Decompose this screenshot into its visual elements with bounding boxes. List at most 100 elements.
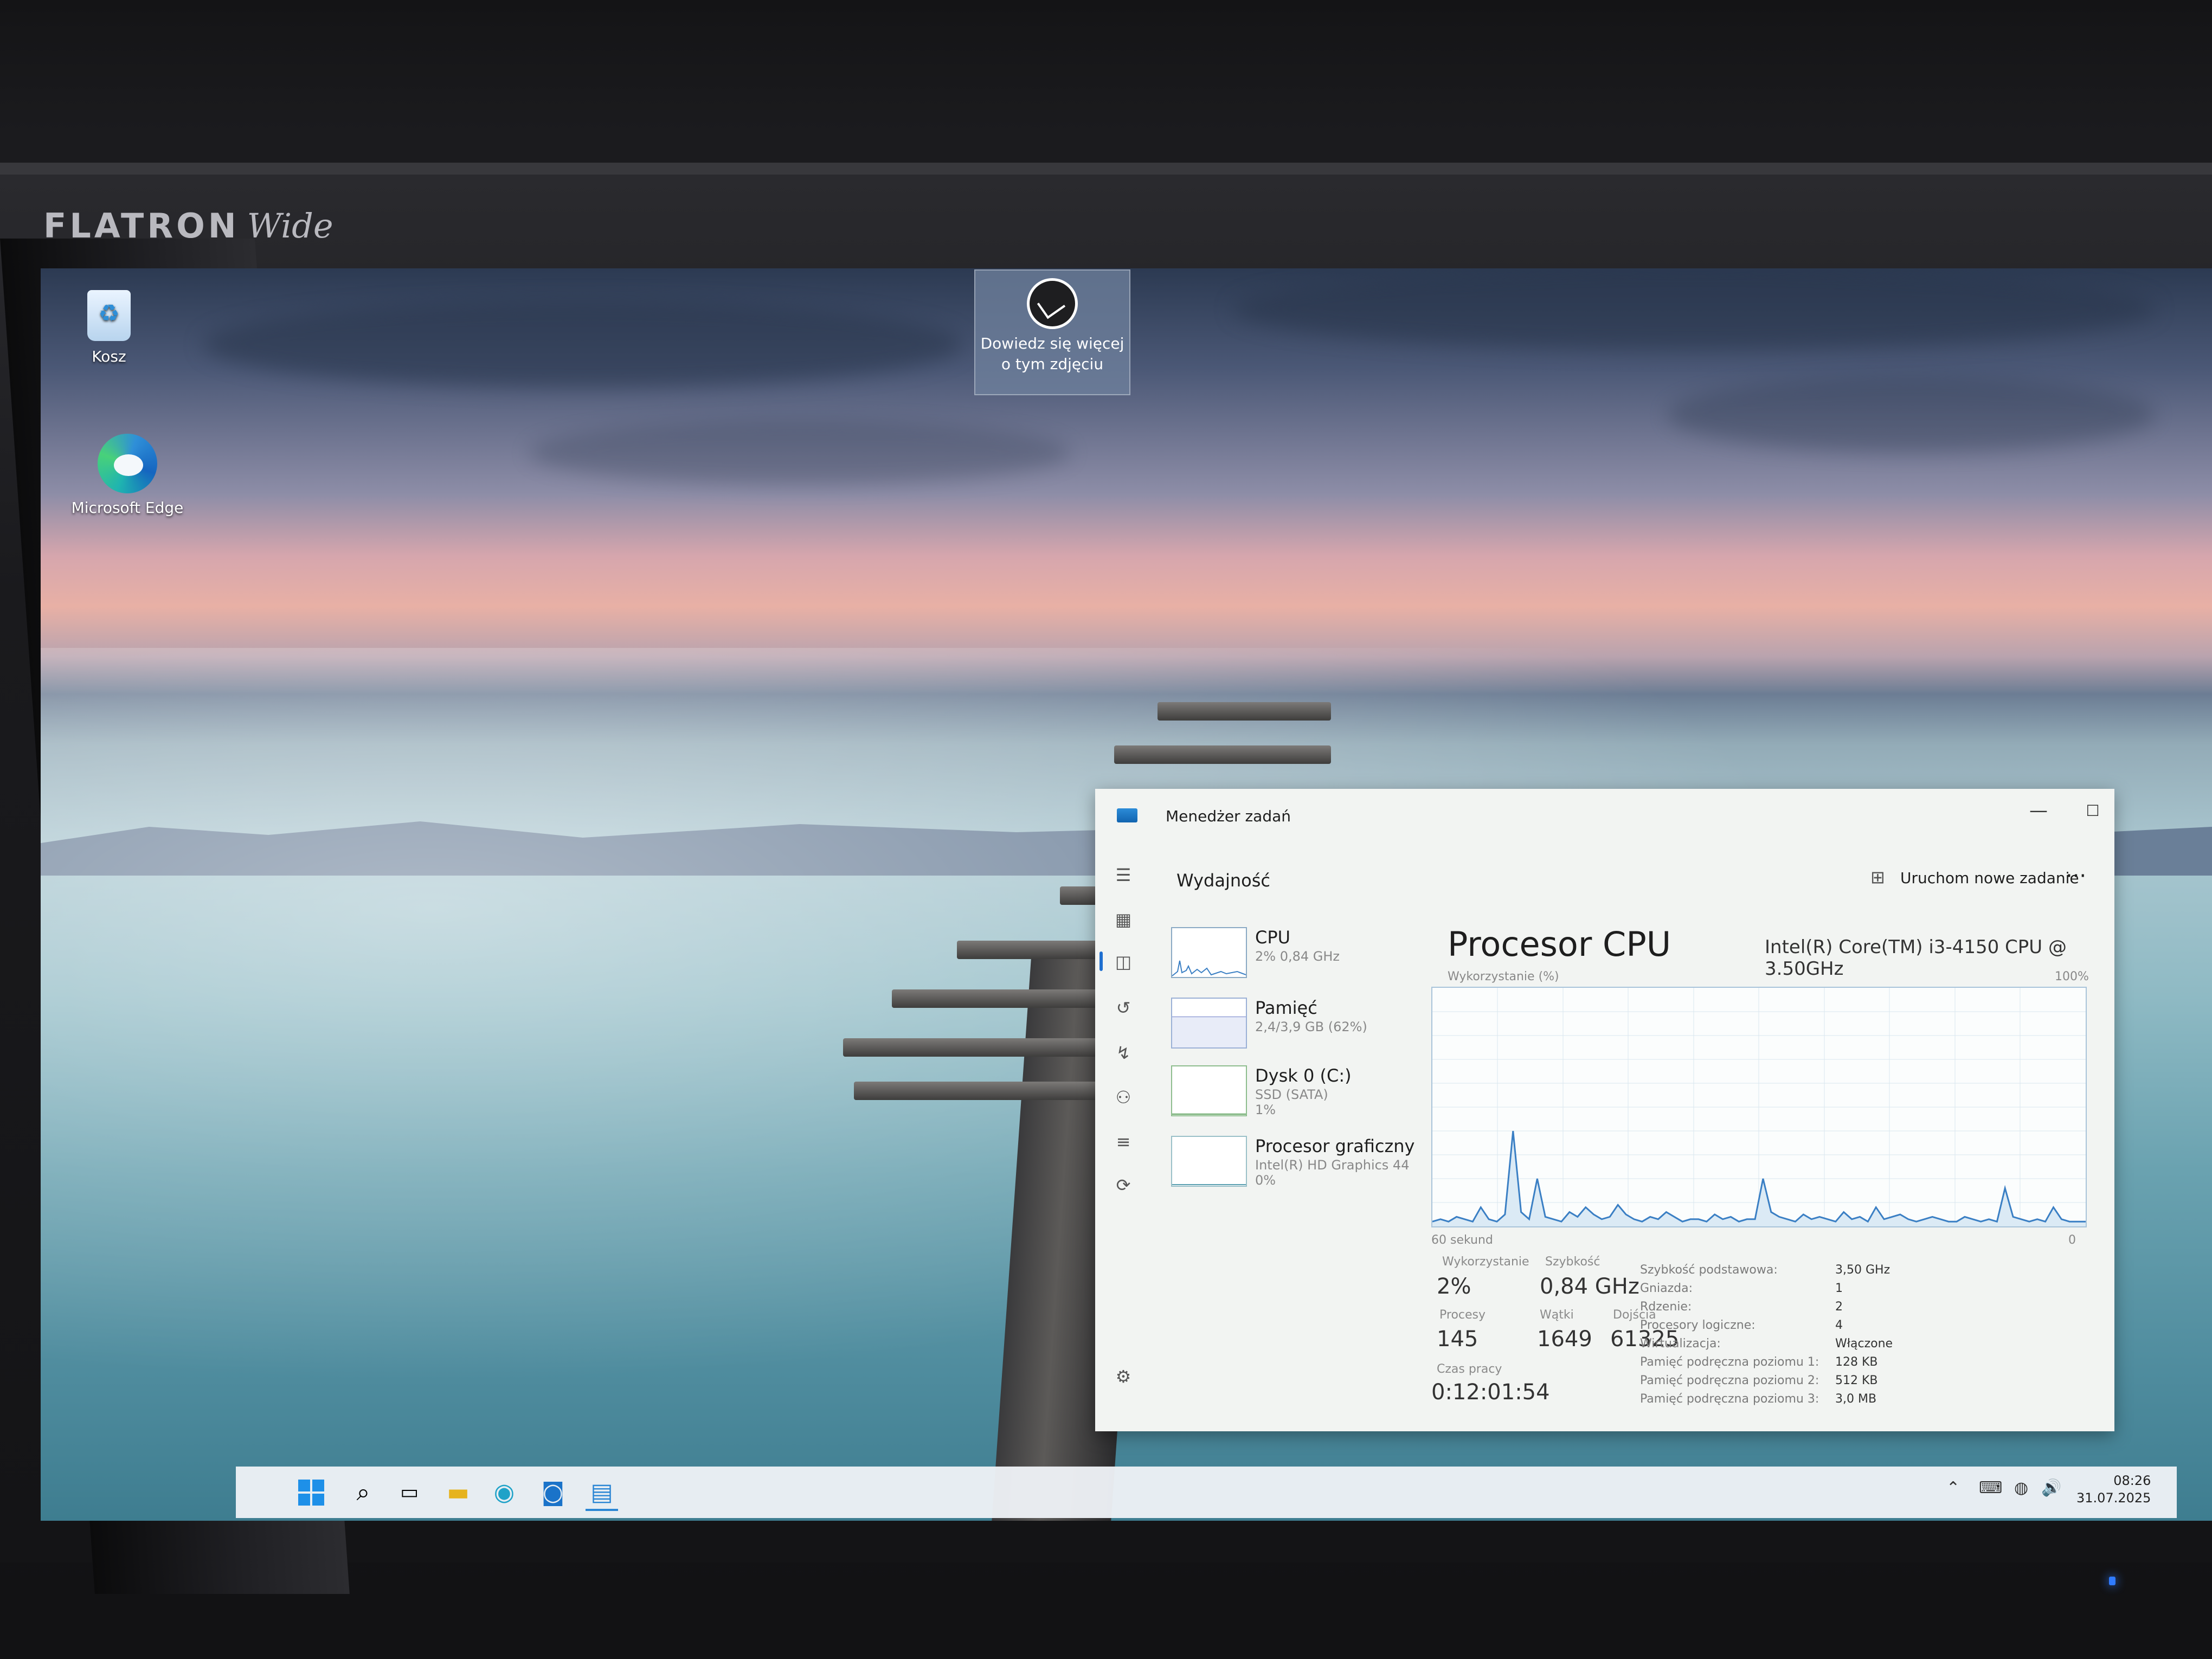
- chevron-up-icon[interactable]: ⌃: [1946, 1478, 1960, 1497]
- sidebar-item-label: Procesor graficzny: [1255, 1136, 1415, 1156]
- network-icon[interactable]: ◍: [2014, 1478, 2028, 1497]
- keyboard-icon[interactable]: ⌨: [1979, 1478, 2002, 1497]
- taskbar-clock[interactable]: 08:26 31.07.2025: [2076, 1472, 2151, 1507]
- pier-plank: [957, 941, 1103, 959]
- details-icon[interactable]: ≡: [1113, 1131, 1134, 1152]
- search-icon[interactable]: ⌕: [347, 1476, 380, 1509]
- memory-thumbnail-graph: [1171, 998, 1247, 1049]
- cloud: [529, 420, 1071, 485]
- spec-key: Procesory logiczne:: [1640, 1319, 1756, 1332]
- spec-key: Pamięć podręczna poziomu 1:: [1640, 1355, 1819, 1369]
- task-view-icon[interactable]: ▭: [393, 1476, 426, 1509]
- pier-plank: [843, 1038, 1103, 1057]
- desktop-screen: Kosz Microsoft Edge Dowiedz się więcej o…: [41, 268, 2212, 1521]
- threads-label: Wątki: [1540, 1308, 1574, 1322]
- pier-plank: [1158, 702, 1331, 721]
- spotlight-camera-icon: [1027, 278, 1078, 329]
- sidebar-item-disk[interactable]: Dysk 0 (C:) SSD (SATA) 1%: [1171, 1065, 1410, 1125]
- cpu-usage-graph: [1431, 987, 2087, 1227]
- sidebar-item-sub2: 1%: [1255, 1102, 1276, 1117]
- power-led: [2109, 1577, 2115, 1585]
- sidebar-item-label: CPU: [1255, 927, 1291, 948]
- cloud: [1667, 377, 2155, 453]
- clock-date: 31.07.2025: [2076, 1490, 2151, 1506]
- sidebar-item-gpu[interactable]: Procesor graficzny Intel(R) HD Graphics …: [1171, 1136, 1414, 1195]
- threads-value: 1649: [1537, 1327, 1592, 1352]
- graph-y-label: Wykorzystanie (%): [1448, 970, 1559, 983]
- sidebar-item-memory[interactable]: Pamięć 2,4/3,9 GB (62%): [1171, 998, 1410, 1057]
- detail-title: Procesor CPU: [1448, 924, 1671, 964]
- speed-value: 0,84 GHz: [1540, 1274, 1639, 1299]
- processes-icon[interactable]: ▦: [1113, 909, 1134, 930]
- cloud: [203, 301, 962, 388]
- graph-max-label: 100%: [2055, 970, 2089, 983]
- spec-key: Wirtualizacja:: [1640, 1337, 1721, 1351]
- uptime-value: 0:12:01:54: [1431, 1380, 1550, 1405]
- cpu-thumbnail-graph: [1171, 927, 1247, 978]
- spec-key: Rdzenie:: [1640, 1300, 1692, 1314]
- spec-key: Szybkość podstawowa:: [1640, 1263, 1778, 1277]
- users-icon[interactable]: ⚇: [1113, 1087, 1134, 1108]
- startup-apps-icon[interactable]: ↯: [1113, 1043, 1134, 1063]
- spec-key: Pamięć podręczna poziomu 2:: [1640, 1374, 1819, 1387]
- sidebar-item-sub: 2% 0,84 GHz: [1255, 949, 1340, 964]
- spotlight-learn-more-button[interactable]: Dowiedz się więcej o tym zdjęciu: [974, 269, 1130, 395]
- gpu-thumbnail-graph: [1171, 1136, 1247, 1187]
- recycle-bin-icon: [87, 290, 131, 341]
- desktop-icon-label: Kosz: [92, 348, 126, 365]
- pier-plank: [1114, 745, 1331, 764]
- sidebar-item-sub: 2,4/3,9 GB (62%): [1255, 1019, 1367, 1034]
- spotlight-label: Dowiedz się więcej o tym zdjęciu: [980, 335, 1124, 373]
- uptime-label: Czas pracy: [1437, 1362, 1502, 1376]
- hamburger-menu-icon[interactable]: ☰: [1113, 865, 1134, 885]
- desktop-icon-label: Microsoft Edge: [71, 499, 184, 517]
- graph-min-label: 0: [2068, 1233, 2076, 1247]
- utilization-label: Wykorzystanie: [1442, 1255, 1529, 1269]
- graph-time-label: 60 sekund: [1431, 1233, 1493, 1247]
- new-task-icon: ⊞: [1870, 867, 1885, 888]
- more-options-button[interactable]: ···: [2066, 864, 2086, 889]
- spec-value: 128 KB: [1835, 1355, 1878, 1369]
- sidebar-item-label: Dysk 0 (C:): [1255, 1065, 1352, 1086]
- maximize-button[interactable]: ☐: [2076, 802, 2109, 820]
- speed-label: Szybkość: [1545, 1255, 1600, 1269]
- sidebar-item-sub2: 0%: [1255, 1173, 1276, 1188]
- clock-time: 08:26: [2113, 1473, 2151, 1488]
- performance-icon[interactable]: ◫: [1113, 951, 1134, 972]
- sidebar-item-cpu[interactable]: CPU 2% 0,84 GHz: [1171, 927, 1410, 987]
- spec-value: 512 KB: [1835, 1374, 1878, 1387]
- taskbar: ⌕ ▭ ▬ ◉ ◙ ▤ ⌃ ⌨ ◍ 🔊 08:26 31.07.2025: [236, 1467, 2177, 1518]
- spec-value: 4: [1835, 1319, 1843, 1332]
- sidebar-item-sub: SSD (SATA): [1255, 1087, 1328, 1102]
- edge-icon[interactable]: ◉: [488, 1476, 520, 1509]
- desktop-icon-recycle-bin[interactable]: Kosz: [49, 290, 169, 365]
- spec-value: 2: [1835, 1300, 1843, 1314]
- pier-plank: [892, 989, 1103, 1008]
- edge-icon: [98, 434, 157, 493]
- run-new-task-button[interactable]: Uruchom nowe zadanie: [1900, 869, 2079, 887]
- minimize-button[interactable]: —: [2022, 800, 2055, 821]
- app-history-icon[interactable]: ↺: [1113, 998, 1134, 1018]
- spec-value: 1: [1835, 1282, 1843, 1295]
- title-bar[interactable]: Menedżer zadań — ☐: [1095, 789, 2114, 832]
- active-nav-indicator: [1099, 951, 1103, 971]
- services-icon[interactable]: ⟳: [1113, 1175, 1134, 1195]
- file-explorer-icon[interactable]: ▬: [442, 1476, 474, 1509]
- monitor-brand: FLATRON Wide: [43, 206, 333, 246]
- outlook-icon[interactable]: ◙: [537, 1476, 569, 1509]
- spec-value: 3,0 MB: [1835, 1392, 1877, 1406]
- windows-start-icon[interactable]: [298, 1476, 331, 1509]
- task-manager-app-icon: [1117, 808, 1137, 822]
- processes-value: 145: [1437, 1327, 1478, 1352]
- settings-gear-icon[interactable]: ⚙: [1113, 1366, 1134, 1387]
- volume-icon[interactable]: 🔊: [2041, 1478, 2061, 1497]
- graph-grid: [1432, 988, 2086, 1226]
- utilization-value: 2%: [1437, 1274, 1471, 1299]
- task-manager-icon[interactable]: ▤: [586, 1476, 618, 1511]
- pier-plank: [854, 1082, 1103, 1100]
- sidebar-item-label: Pamięć: [1255, 998, 1317, 1018]
- processes-label: Procesy: [1439, 1308, 1486, 1322]
- cloud: [1233, 268, 2155, 350]
- spec-key: Gniazda:: [1640, 1282, 1693, 1295]
- desktop-icon-edge[interactable]: Microsoft Edge: [68, 434, 187, 517]
